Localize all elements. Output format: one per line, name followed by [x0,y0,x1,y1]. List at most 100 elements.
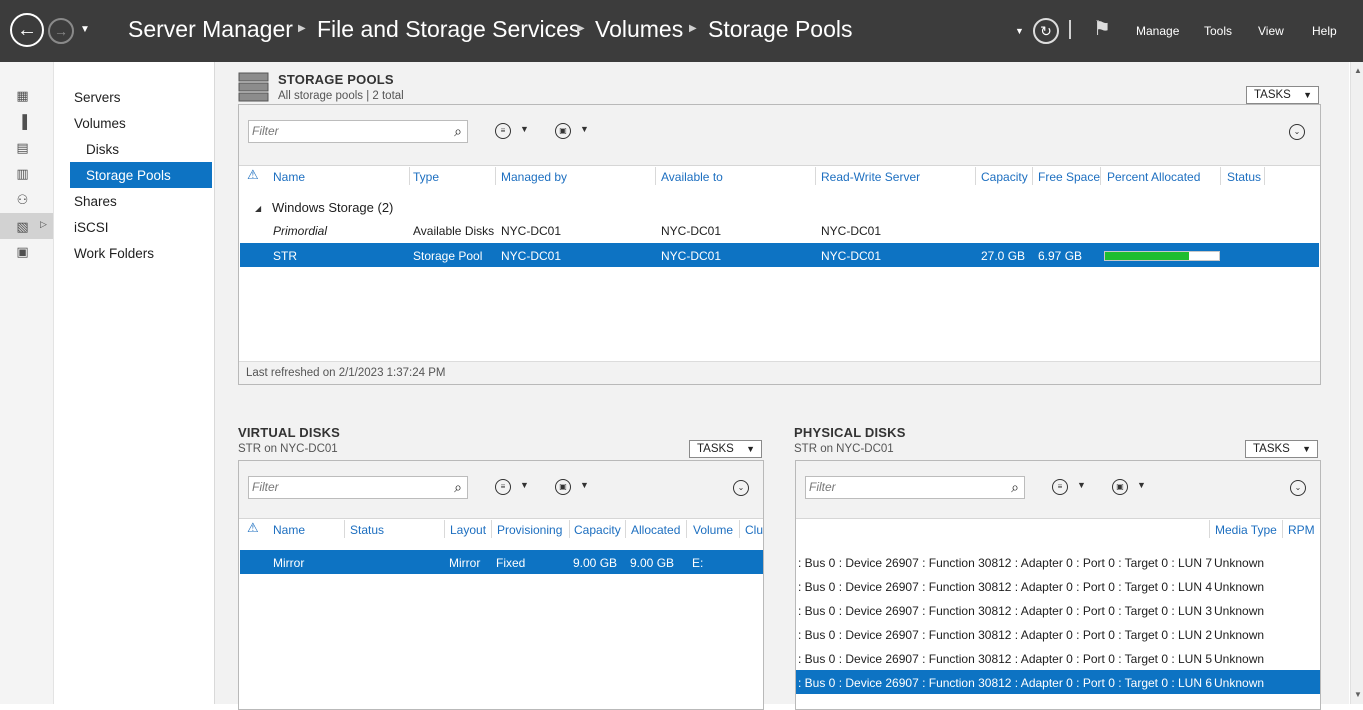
local-server-icon[interactable]: ▐ [14,114,31,129]
expand-arrow-icon[interactable]: ▷ [40,219,47,230]
nav-item-servers[interactable]: Servers [74,90,121,105]
list-view-icon[interactable]: ≡ [495,479,511,495]
column-header-status[interactable]: Status [350,523,384,537]
chevron-down-icon[interactable]: ▼ [580,480,589,490]
column-header-percent-allocated[interactable]: Percent Allocated [1107,170,1200,184]
column-header-volume[interactable]: Volume [693,523,733,537]
table-row-selected[interactable]: Mirror Mirror Fixed 9.00 GB 9.00 GB E: [240,550,763,574]
column-header-type[interactable]: Type [413,170,439,184]
row-volume: E: [692,556,704,570]
collapse-icon[interactable]: ⌄ [1290,480,1306,496]
nav-item-work-folders[interactable]: Work Folders [74,246,154,261]
group-collapse-icon[interactable]: ◢ [255,204,261,213]
row-available-to: NYC-DC01 [661,249,722,263]
table-row-selected[interactable]: STR Storage Pool NYC-DC01 NYC-DC01 NYC-D… [240,243,1319,267]
role-server-icon[interactable]: ▥ [14,166,31,181]
flag-icon[interactable]: ⚑ [1093,16,1111,41]
column-header-name[interactable]: Name [273,170,305,184]
storage-pools-filter-input[interactable]: Filter ⌕ [248,120,468,143]
physical-disks-filter-input[interactable]: Filter ⌕ [805,476,1025,499]
nav-item-shares[interactable]: Shares [74,194,117,209]
column-header-provisioning[interactable]: Provisioning [497,523,562,537]
save-query-icon[interactable]: ▣ [1112,479,1128,495]
left-icon-strip: ▦ ▐ ▤ ▥ ⚇ ▧ ▷ ▣ [0,62,54,704]
chevron-down-icon[interactable]: ▼ [520,480,529,490]
collapse-icon[interactable]: ⌄ [1289,124,1305,140]
chevron-down-icon[interactable]: ▼ [1137,480,1146,490]
ad-icon[interactable]: ⚇ [14,192,31,207]
chevron-down-icon: ▼ [1303,90,1312,100]
breadcrumb-volumes[interactable]: Volumes [595,16,683,43]
column-divider [1264,167,1265,185]
nav-item-storage-pools[interactable]: Storage Pools [86,168,171,183]
menu-help[interactable]: Help [1312,24,1337,38]
search-icon[interactable]: ⌕ [1011,477,1019,498]
collapse-icon[interactable]: ⌄ [733,480,749,496]
column-divider [495,167,496,185]
virtual-disks-tasks-button[interactable]: TASKS ▼ [689,440,762,458]
physical-disks-tasks-button[interactable]: TASKS ▼ [1245,440,1318,458]
chevron-down-icon[interactable]: ▼ [580,124,589,134]
refresh-icon[interactable]: ↻ [1033,18,1059,44]
file-storage-icon[interactable]: ▧ [14,219,31,234]
all-servers-icon[interactable]: ▤ [14,140,31,155]
storage-pools-footer: Last refreshed on 2/1/2023 1:37:24 PM [239,361,1320,384]
row-available-to: NYC-DC01 [661,224,722,238]
column-header-free-space[interactable]: Free Space [1038,170,1100,184]
column-header-layout[interactable]: Layout [450,523,486,537]
nav-item-iscsi[interactable]: iSCSI [74,220,109,235]
column-header-rw-server[interactable]: Read-Write Server [821,170,920,184]
table-row[interactable]: Primordial Available Disks NYC-DC01 NYC-… [240,219,1319,243]
nav-item-disks[interactable]: Disks [86,142,119,157]
column-header-capacity[interactable]: Capacity [574,523,621,537]
back-icon[interactable]: ← [10,13,44,47]
breadcrumb-file-storage[interactable]: File and Storage Services [317,16,580,43]
table-row[interactable]: : Bus 0 : Device 26907 : Function 30812 … [796,622,1320,646]
column-divider [1220,167,1221,185]
row-media-type: Unknown [1214,676,1265,690]
table-row[interactable]: : Bus 0 : Device 26907 : Function 30812 … [796,598,1320,622]
nav-item-volumes[interactable]: Volumes [74,116,126,131]
group-header[interactable]: Windows Storage (2) [272,200,393,215]
search-icon[interactable]: ⌕ [454,121,462,142]
scroll-up-icon[interactable]: ▲ [1354,66,1362,75]
warning-column-icon[interactable]: ⚠ [247,167,259,183]
menu-manage[interactable]: Manage [1136,24,1179,38]
warning-column-icon[interactable]: ⚠ [247,520,259,536]
history-dropdown-icon[interactable]: ▼ [80,24,90,35]
chevron-down-icon[interactable]: ▼ [1077,480,1086,490]
table-row[interactable]: : Bus 0 : Device 26907 : Function 30812 … [796,646,1320,670]
table-row[interactable]: : Bus 0 : Device 26907 : Function 30812 … [796,550,1320,574]
chevron-down-icon: ▼ [1302,444,1311,454]
column-header-available-to[interactable]: Available to [661,170,723,184]
chevron-down-icon[interactable]: ▼ [520,124,529,134]
list-view-icon[interactable]: ≡ [495,123,511,139]
column-header-capacity[interactable]: Capacity [981,170,1028,184]
table-row[interactable]: : Bus 0 : Device 26907 : Function 30812 … [796,574,1320,598]
dashboard-icon[interactable]: ▦ [14,88,31,103]
search-icon[interactable]: ⌕ [454,477,462,498]
vertical-scrollbar[interactable]: ▲ ▼ [1350,62,1363,704]
breadcrumb-separator-icon: ▶ [577,23,585,34]
column-header-status[interactable]: Status [1227,170,1261,184]
menu-tools[interactable]: Tools [1204,24,1232,38]
column-header-cluster[interactable]: Clu [745,523,763,537]
virtual-disks-filter-input[interactable]: Filter ⌕ [248,476,468,499]
column-header-media-type[interactable]: Media Type [1215,523,1277,537]
column-header-managed-by[interactable]: Managed by [501,170,567,184]
save-query-icon[interactable]: ▣ [555,123,571,139]
list-view-icon[interactable]: ≡ [1052,479,1068,495]
breadcrumb-server-manager[interactable]: Server Manager [128,16,293,43]
chevron-down-icon: ▼ [746,444,755,454]
save-query-icon[interactable]: ▣ [555,479,571,495]
table-row-selected[interactable]: : Bus 0 : Device 26907 : Function 30812 … [796,670,1320,694]
storage-pools-tasks-button[interactable]: TASKS ▼ [1246,86,1319,104]
column-header-name[interactable]: Name [273,523,305,537]
iis-icon[interactable]: ▣ [14,244,31,259]
scroll-down-icon[interactable]: ▼ [1354,690,1362,699]
column-header-allocated[interactable]: Allocated [631,523,680,537]
breadcrumb-dropdown-icon[interactable]: ▼ [1015,26,1024,36]
column-header-rpm[interactable]: RPM [1288,523,1315,537]
menu-view[interactable]: View [1258,24,1284,38]
forward-icon[interactable]: → [48,18,74,44]
